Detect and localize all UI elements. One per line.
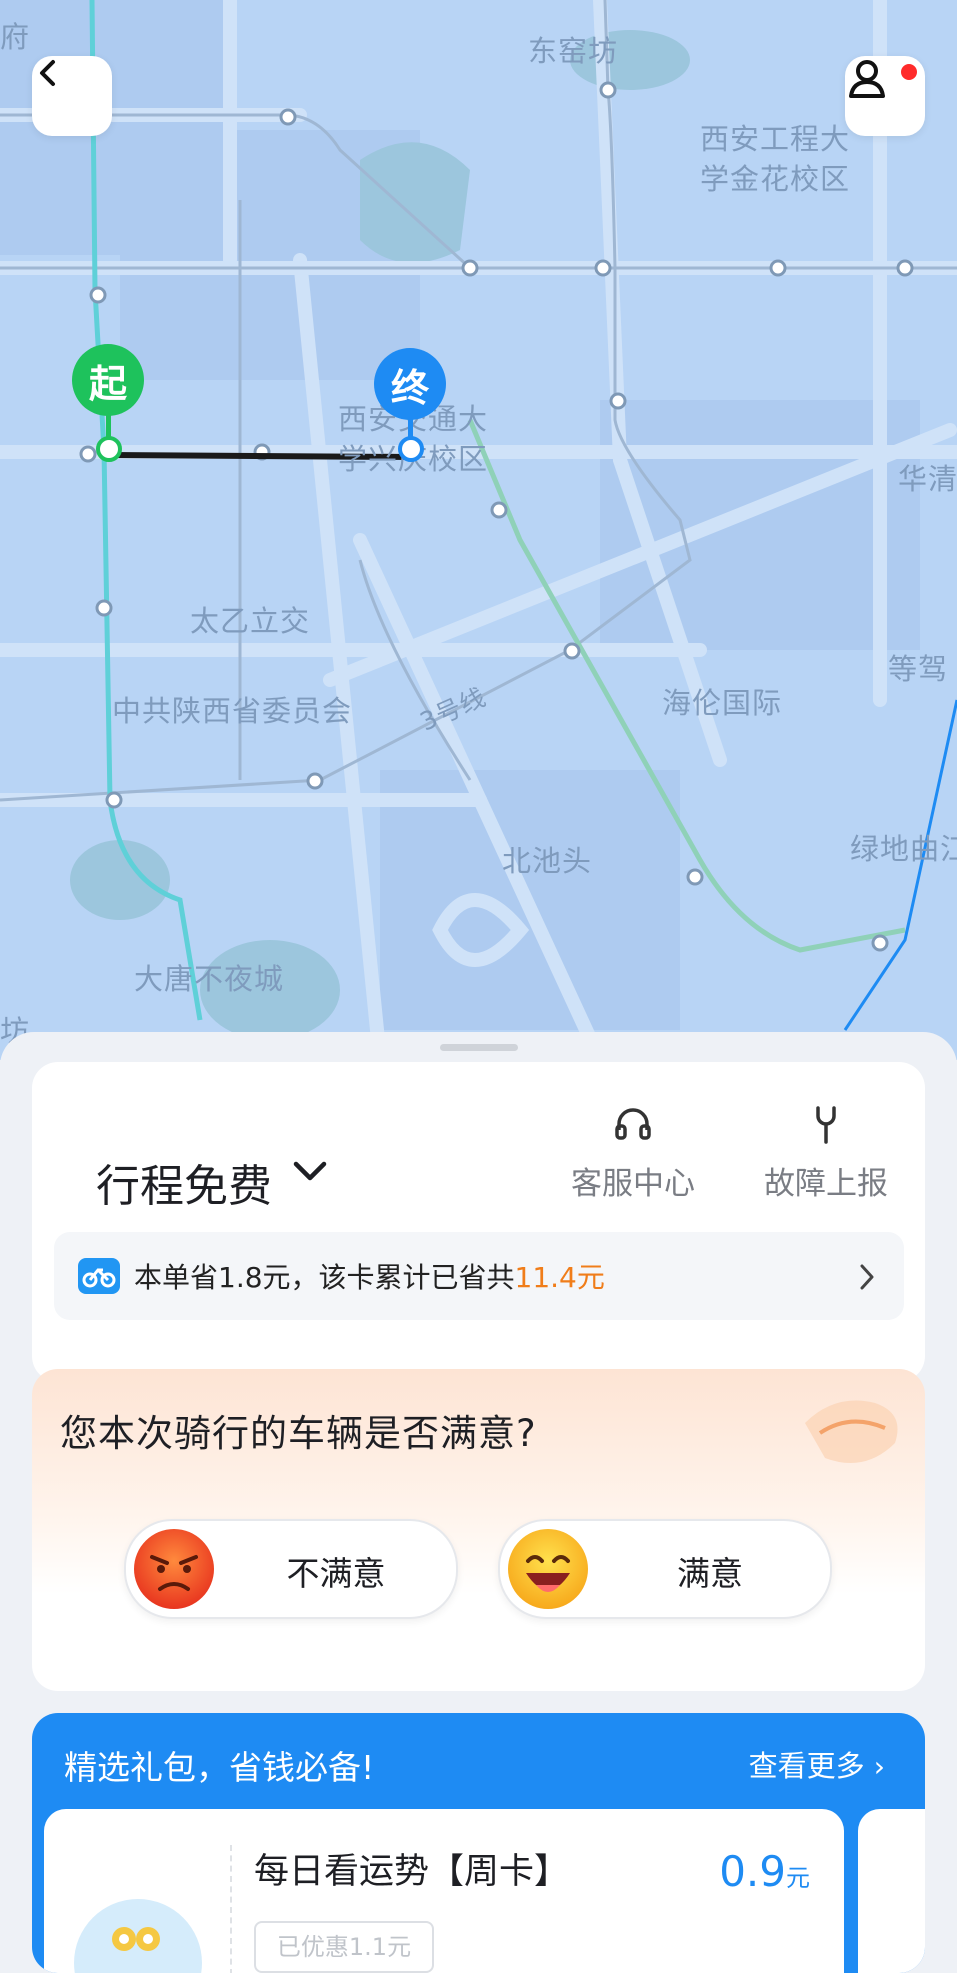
sheet-handle[interactable] <box>440 1044 518 1051</box>
map-label: 西安工程大 <box>700 122 851 156</box>
wrench-icon <box>816 1106 836 1144</box>
gift-discount-tag: 已优惠1.1元 <box>254 1921 434 1973</box>
gift-package-card: 精选礼包，省钱必备! 查看更多 › 每日看运势【周卡】 0.9元 已优惠1.1元 <box>32 1713 925 1973</box>
map-label: 府 <box>0 20 31 54</box>
map-label: 华清 <box>898 462 957 496</box>
gift-item-name: 每日看运势【周卡】 <box>254 1852 570 1892</box>
map-label: 中共陕西省委员会 <box>112 694 353 728</box>
angry-face-icon <box>134 1529 214 1609</box>
map-label: 太乙立交 <box>190 604 311 638</box>
gift-item-next[interactable] <box>858 1809 925 1973</box>
end-marker[interactable]: 终 <box>374 348 446 420</box>
gift-item-price: 0.9元 <box>719 1847 810 1896</box>
unsatisfied-label: 不满意 <box>286 1554 386 1593</box>
satisfied-button[interactable]: 满意 <box>498 1519 832 1619</box>
bike-icon <box>78 1258 120 1294</box>
customer-service-label: 客服中心 <box>571 1166 695 1202</box>
fault-report-label: 故障上报 <box>764 1166 888 1202</box>
survey-question: 您本次骑行的车辆是否满意? <box>60 1412 537 1455</box>
gift-item-image <box>74 1899 202 1973</box>
chevron-left-icon <box>40 60 55 86</box>
trip-card: 行程免费 客服中心 故障上报 本单省1.8元，该卡累计已省共11.4元 <box>32 1062 925 1382</box>
end-marker-dot <box>398 436 424 462</box>
headset-icon <box>615 1108 651 1140</box>
savings-row[interactable]: 本单省1.8元，该卡累计已省共11.4元 <box>54 1232 904 1320</box>
customer-service-button[interactable]: 客服中心 <box>553 1102 713 1203</box>
notification-dot <box>899 62 919 82</box>
map-label: 学金花校区 <box>700 162 851 196</box>
map-label: 东窑坊 <box>528 34 619 68</box>
savings-text: 本单省1.8元，该卡累计已省共11.4元 <box>134 1256 605 1296</box>
gift-price-value: 0.9 <box>719 1847 786 1896</box>
map-label: 绿地曲江 <box>850 832 957 866</box>
happy-face-icon <box>508 1529 588 1609</box>
map-label: 大唐不夜城 <box>134 962 285 996</box>
trip-title[interactable]: 行程免费 <box>96 1150 272 1214</box>
savings-amount: 11.4元 <box>514 1261 605 1294</box>
decoration-icon <box>805 1400 898 1463</box>
profile-button[interactable] <box>845 56 925 136</box>
start-marker[interactable]: 起 <box>72 344 144 416</box>
view-more-link[interactable]: 查看更多 › <box>749 1743 885 1785</box>
satisfaction-survey-card: 您本次骑行的车辆是否满意? 不满意 满意 <box>32 1369 925 1691</box>
chevron-down-icon[interactable] <box>290 1156 330 1186</box>
gift-item[interactable]: 每日看运势【周卡】 0.9元 已优惠1.1元 <box>44 1809 844 1973</box>
gift-title: 精选礼包，省钱必备! <box>64 1748 375 1787</box>
chevron-right-icon <box>860 1264 874 1290</box>
map-label: 海伦国际 <box>662 686 783 720</box>
map-view[interactable]: 府 东窑坊 西安工程大 学金花校区 西安交通大 学兴庆校区 华清 太乙立交 等驾… <box>0 0 957 1060</box>
back-button[interactable] <box>32 56 112 136</box>
view-more-label: 查看更多 <box>748 1749 865 1783</box>
chevron-right-icon: › <box>873 1750 885 1783</box>
user-icon <box>849 60 885 98</box>
start-marker-dot <box>96 436 122 462</box>
fortune-icon <box>112 1927 160 1951</box>
map-label: 等驾 <box>888 652 949 686</box>
unsatisfied-button[interactable]: 不满意 <box>124 1519 458 1619</box>
fault-report-button[interactable]: 故障上报 <box>746 1102 906 1203</box>
gift-price-unit: 元 <box>786 1864 810 1892</box>
divider <box>230 1845 232 1973</box>
bottom-sheet: 行程免费 客服中心 故障上报 本单省1.8元，该卡累计已省共11.4元 您本次骑… <box>0 1032 957 1973</box>
satisfied-label: 满意 <box>677 1554 743 1593</box>
savings-prefix: 本单省1.8元，该卡累计已省共 <box>134 1261 515 1294</box>
map-label: 北池头 <box>502 844 593 878</box>
